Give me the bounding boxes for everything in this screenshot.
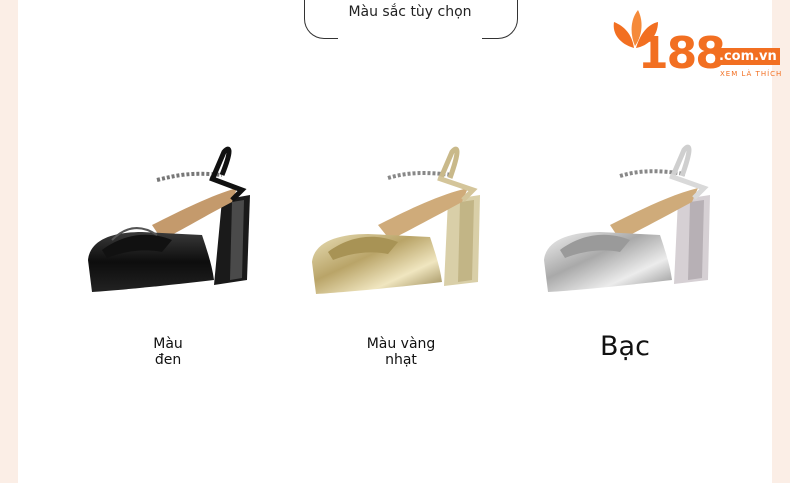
logo-domain: .com.vn: [716, 48, 780, 65]
black-sandal-image[interactable]: [82, 140, 257, 305]
gold-sandal-image[interactable]: [308, 140, 488, 305]
product-label-black: Màu đen: [153, 336, 183, 368]
brand-logo[interactable]: 188 .com.vn XEM LÀ THÍCH: [610, 8, 788, 80]
product-label-silver: Bạc: [600, 331, 650, 362]
product-label-gold: Màu vàng nhạt: [366, 336, 436, 368]
silver-sandal-image[interactable]: [540, 140, 718, 305]
logo-number: 188: [638, 28, 726, 79]
color-selector-label[interactable]: Màu sắc tùy chọn: [338, 4, 482, 21]
logo-tagline: XEM LÀ THÍCH: [720, 70, 783, 78]
